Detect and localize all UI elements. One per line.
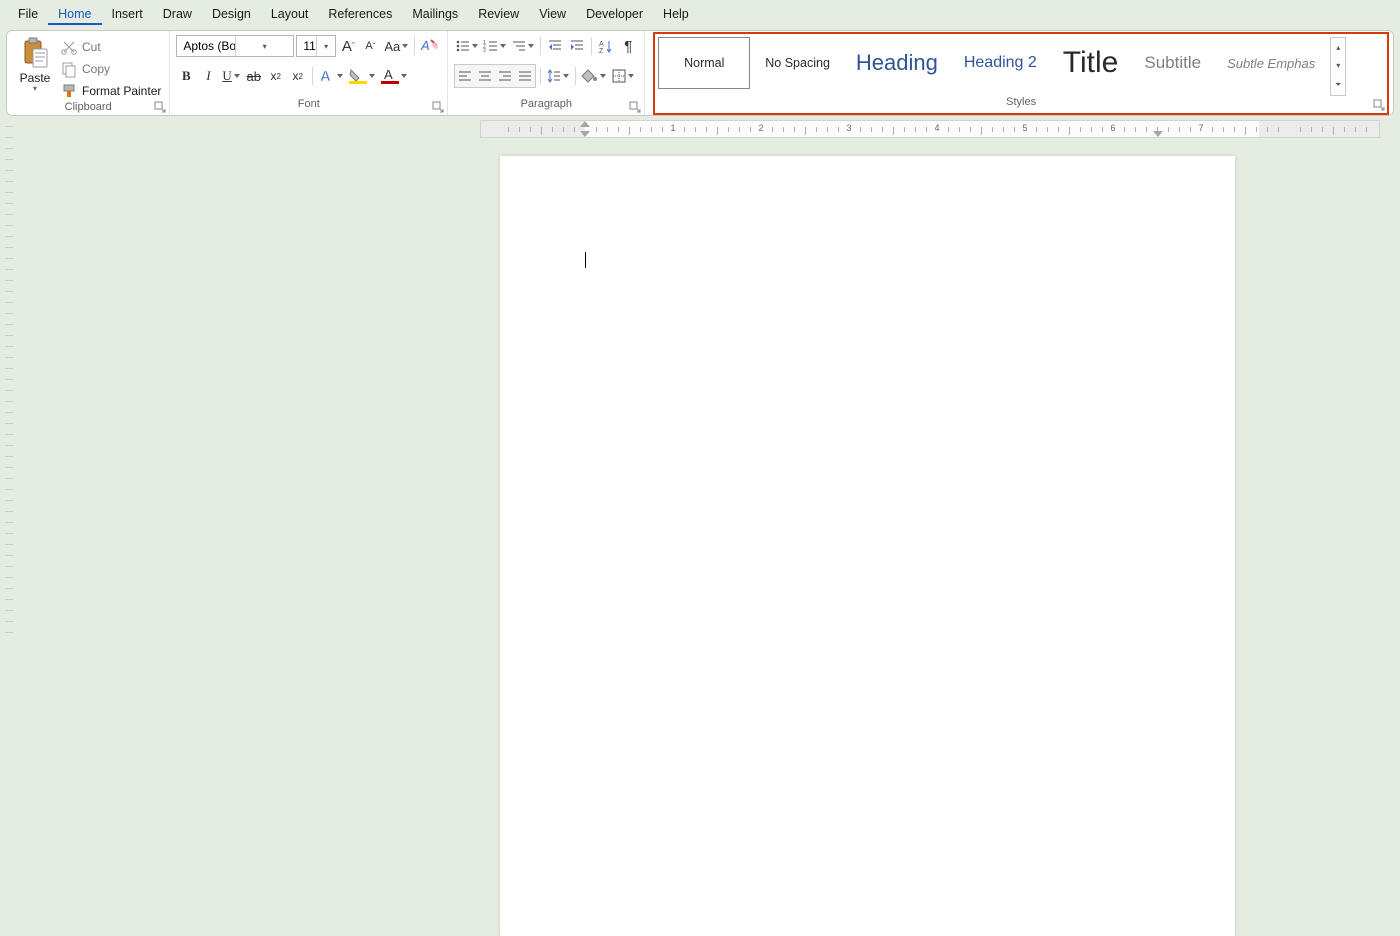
alignment-group <box>454 64 536 88</box>
clipboard-group-label: Clipboard <box>13 101 163 114</box>
superscript-button[interactable]: x2 <box>288 65 308 87</box>
group-clipboard: Paste ▾ Cut Copy <box>7 31 170 115</box>
style-normal[interactable]: Normal <box>658 37 750 89</box>
chevron-down-icon[interactable]: ▾ <box>235 36 294 56</box>
svg-text:A: A <box>599 41 604 48</box>
menu-review[interactable]: Review <box>468 3 529 25</box>
menu-home[interactable]: Home <box>48 3 101 25</box>
line-spacing-button[interactable] <box>545 65 571 87</box>
chevron-up-icon: ▴ <box>1336 43 1340 52</box>
align-left-button[interactable] <box>455 65 475 87</box>
font-color-button[interactable]: A <box>379 65 409 87</box>
copy-button[interactable]: Copy <box>61 59 161 79</box>
group-paragraph: 123 AZ ¶ <box>448 31 645 115</box>
svg-text:3: 3 <box>483 48 486 54</box>
align-right-button[interactable] <box>495 65 515 87</box>
style-heading-2[interactable]: Heading 2 <box>953 37 1048 89</box>
font-size-combo[interactable]: 11 ▾ <box>296 35 336 57</box>
menu-view[interactable]: View <box>529 3 576 25</box>
style-title[interactable]: Title <box>1052 37 1130 89</box>
scissors-icon <box>61 39 77 55</box>
strikethrough-button[interactable]: ab <box>244 65 264 87</box>
format-painter-label: Format Painter <box>82 84 161 98</box>
document-workspace: 1234567 <box>0 120 1400 521</box>
ribbon: Paste ▾ Cut Copy <box>6 30 1394 116</box>
style-subtle-emphasis[interactable]: Subtle Emphas <box>1216 37 1326 89</box>
change-case-button[interactable]: Aa <box>382 35 410 57</box>
horizontal-ruler[interactable]: 1234567 <box>480 120 1380 138</box>
svg-text:Z: Z <box>599 48 604 55</box>
document-page[interactable] <box>500 156 1235 936</box>
multilevel-list-button[interactable] <box>510 35 536 57</box>
menu-file[interactable]: File <box>8 3 48 25</box>
chevron-down-icon[interactable]: ▾ <box>316 36 336 56</box>
brush-icon <box>61 83 77 99</box>
text-effects-button[interactable]: A <box>317 65 345 87</box>
bold-button[interactable]: B <box>176 65 196 87</box>
grow-font-button[interactable]: Aˆ <box>338 35 358 57</box>
font-family-value: Aptos (Body) <box>177 39 235 53</box>
group-font: Aptos (Body) ▾ 11 ▾ Aˆ Aˇ Aa A B I U <box>170 31 448 115</box>
menu-insert[interactable]: Insert <box>102 3 153 25</box>
styles-launcher[interactable] <box>1374 100 1386 112</box>
font-size-value: 11 <box>297 39 316 53</box>
menu-layout[interactable]: Layout <box>261 3 319 25</box>
menu-developer[interactable]: Developer <box>576 3 653 25</box>
bar-chevron-icon: ⏷ <box>1335 80 1341 90</box>
svg-text:A: A <box>420 38 430 53</box>
menu-draw[interactable]: Draw <box>153 3 202 25</box>
font-group-label: Font <box>176 98 441 114</box>
bullets-button[interactable] <box>454 35 480 57</box>
shading-button[interactable] <box>580 65 608 87</box>
vertical-ruler[interactable] <box>0 120 18 521</box>
menu-help[interactable]: Help <box>653 3 699 25</box>
font-launcher[interactable] <box>433 102 445 114</box>
svg-text:A: A <box>320 68 331 85</box>
shrink-font-button[interactable]: Aˇ <box>360 35 380 57</box>
show-marks-button[interactable]: ¶ <box>618 35 638 57</box>
styles-group-label: Styles <box>658 96 1384 112</box>
group-styles: Normal No Spacing Heading Heading 2 Titl… <box>645 31 1393 115</box>
align-center-button[interactable] <box>475 65 495 87</box>
menu-bar: File Home Insert Draw Design Layout Refe… <box>0 0 1400 28</box>
copy-icon <box>61 61 77 77</box>
menu-references[interactable]: References <box>318 3 402 25</box>
menu-mailings[interactable]: Mailings <box>402 3 468 25</box>
clear-formatting-button[interactable]: A <box>419 35 441 57</box>
cut-label: Cut <box>82 40 101 54</box>
italic-button[interactable]: I <box>198 65 218 87</box>
justify-button[interactable] <box>515 65 535 87</box>
format-painter-button[interactable]: Format Painter <box>61 81 161 101</box>
underline-button[interactable]: U <box>220 65 241 87</box>
chevron-down-icon: ▾ <box>1336 61 1340 70</box>
text-cursor <box>585 252 586 268</box>
cut-button[interactable]: Cut <box>61 37 161 57</box>
style-subtitle[interactable]: Subtitle <box>1133 37 1212 89</box>
style-heading-1[interactable]: Heading <box>845 37 949 89</box>
increase-indent-button[interactable] <box>567 35 587 57</box>
svg-text:A: A <box>384 67 393 82</box>
styles-more-button[interactable]: ▴ ▾ ⏷ <box>1330 37 1346 96</box>
paste-label: Paste <box>20 71 51 85</box>
paste-button[interactable]: Paste ▾ <box>13 34 57 93</box>
font-family-combo[interactable]: Aptos (Body) ▾ <box>176 35 294 57</box>
highlight-button[interactable] <box>347 65 377 87</box>
paragraph-launcher[interactable] <box>630 102 642 114</box>
menu-design[interactable]: Design <box>202 3 261 25</box>
styles-gallery: Normal No Spacing Heading Heading 2 Titl… <box>658 37 1384 96</box>
decrease-indent-button[interactable] <box>545 35 565 57</box>
chevron-down-icon: ▾ <box>33 84 37 93</box>
numbering-button[interactable]: 123 <box>482 35 508 57</box>
style-no-spacing[interactable]: No Spacing <box>754 37 841 89</box>
paragraph-group-label: Paragraph <box>454 98 638 114</box>
clipboard-launcher[interactable] <box>155 102 167 114</box>
copy-label: Copy <box>82 62 110 76</box>
paste-icon <box>21 37 49 69</box>
borders-button[interactable] <box>610 65 636 87</box>
subscript-button[interactable]: x2 <box>266 65 286 87</box>
sort-button[interactable]: AZ <box>596 35 616 57</box>
